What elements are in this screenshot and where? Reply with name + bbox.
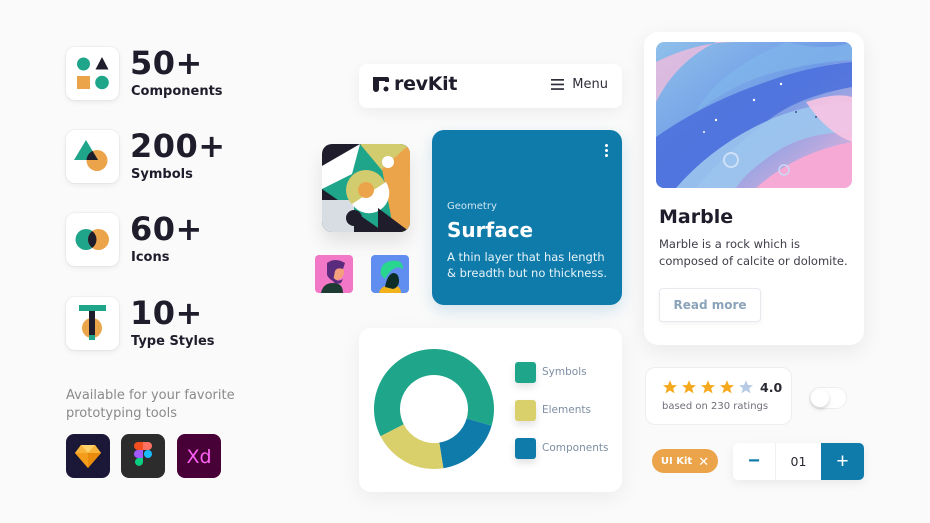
- revkit-logo-icon: [373, 77, 389, 92]
- stat-value: 10+: [130, 294, 203, 332]
- toggle-switch[interactable]: [809, 387, 847, 409]
- star-filled-icon[interactable]: [700, 379, 716, 395]
- brand-name: revKit: [394, 73, 458, 95]
- card-description: A thin layer that has length & breadth b…: [447, 250, 607, 280]
- stat-symbols: 200+ Symbols: [66, 127, 266, 184]
- legend-label: Symbols: [542, 366, 587, 378]
- decrement-button[interactable]: −: [733, 443, 776, 480]
- quantity-stepper: − 01 +: [733, 443, 864, 480]
- figma-icon[interactable]: [121, 434, 165, 478]
- xd-glyph: Xd: [186, 446, 211, 468]
- star-empty-icon[interactable]: [738, 379, 754, 395]
- close-icon[interactable]: ✕: [698, 455, 709, 468]
- avatar-green-hair: [371, 255, 409, 293]
- sketch-icon[interactable]: [66, 434, 110, 478]
- star-filled-icon[interactable]: [662, 379, 678, 395]
- read-more-button[interactable]: Read more: [659, 288, 761, 322]
- donut-chart: [374, 349, 494, 469]
- stat-label: Symbols: [131, 167, 193, 182]
- stat-value: 50+: [130, 44, 203, 82]
- legend-swatch: [515, 399, 536, 421]
- shapes-icon: [66, 47, 119, 100]
- navbar: revKit Menu: [359, 64, 622, 108]
- card-eyebrow: Geometry: [447, 201, 497, 212]
- card-title: Marble: [659, 206, 734, 228]
- increment-button[interactable]: +: [821, 443, 864, 480]
- rating-card: 4.0 based on 230 ratings: [645, 367, 792, 425]
- chip-label: UI Kit: [660, 455, 693, 467]
- avatar-bearded-man: [315, 255, 353, 293]
- triangle-circle-icon: [66, 130, 119, 183]
- toggle-knob: [811, 389, 829, 407]
- star-rating: 4.0: [662, 379, 782, 395]
- xd-icon[interactable]: Xd: [177, 434, 221, 478]
- star-filled-icon[interactable]: [681, 379, 697, 395]
- stat-value: 200+: [130, 127, 226, 165]
- legend-swatch: [515, 437, 536, 459]
- card-title: Surface: [447, 218, 534, 242]
- card-description: Marble is a rock which is composed of ca…: [659, 237, 848, 268]
- overlapping-circles-icon: [66, 213, 119, 266]
- type-t-icon: [66, 297, 119, 350]
- stat-label: Icons: [131, 250, 170, 265]
- brand[interactable]: revKit: [371, 73, 457, 95]
- rating-value: 4.0: [760, 379, 783, 395]
- marble-image: [656, 42, 852, 188]
- stat-icons: 60+ Icons: [66, 210, 266, 267]
- hamburger-icon: [551, 79, 565, 90]
- star-filled-icon[interactable]: [719, 379, 735, 395]
- tag-chip[interactable]: UI Kit ✕: [652, 449, 718, 473]
- stat-components: 50+ Components: [66, 44, 266, 101]
- menu-button[interactable]: Menu: [551, 77, 608, 92]
- geometric-illustration: [322, 144, 410, 232]
- stat-value: 60+: [130, 210, 203, 248]
- rating-subtitle: based on 230 ratings: [662, 401, 769, 412]
- legend-swatch: [515, 361, 536, 383]
- surface-card[interactable]: Geometry Surface A thin layer that has l…: [432, 130, 622, 305]
- stat-label: Type Styles: [131, 334, 215, 349]
- kebab-menu-icon[interactable]: [602, 144, 610, 162]
- quantity-value[interactable]: 01: [776, 443, 821, 480]
- legend-item: Symbols: [515, 361, 587, 383]
- chart-card: Symbols Elements Components: [359, 328, 622, 492]
- legend-item: Elements: [515, 399, 591, 421]
- legend-item: Components: [515, 437, 608, 459]
- tools-caption: Available for your favorite prototyping …: [66, 388, 235, 421]
- legend-label: Components: [542, 442, 609, 454]
- donut-slice-components: [439, 418, 492, 469]
- stat-type-styles: 10+ Type Styles: [66, 294, 266, 351]
- stat-label: Components: [131, 84, 223, 99]
- marble-card: Marble Marble is a rock which is compose…: [644, 32, 864, 345]
- legend-label: Elements: [542, 404, 591, 416]
- menu-label: Menu: [572, 77, 608, 92]
